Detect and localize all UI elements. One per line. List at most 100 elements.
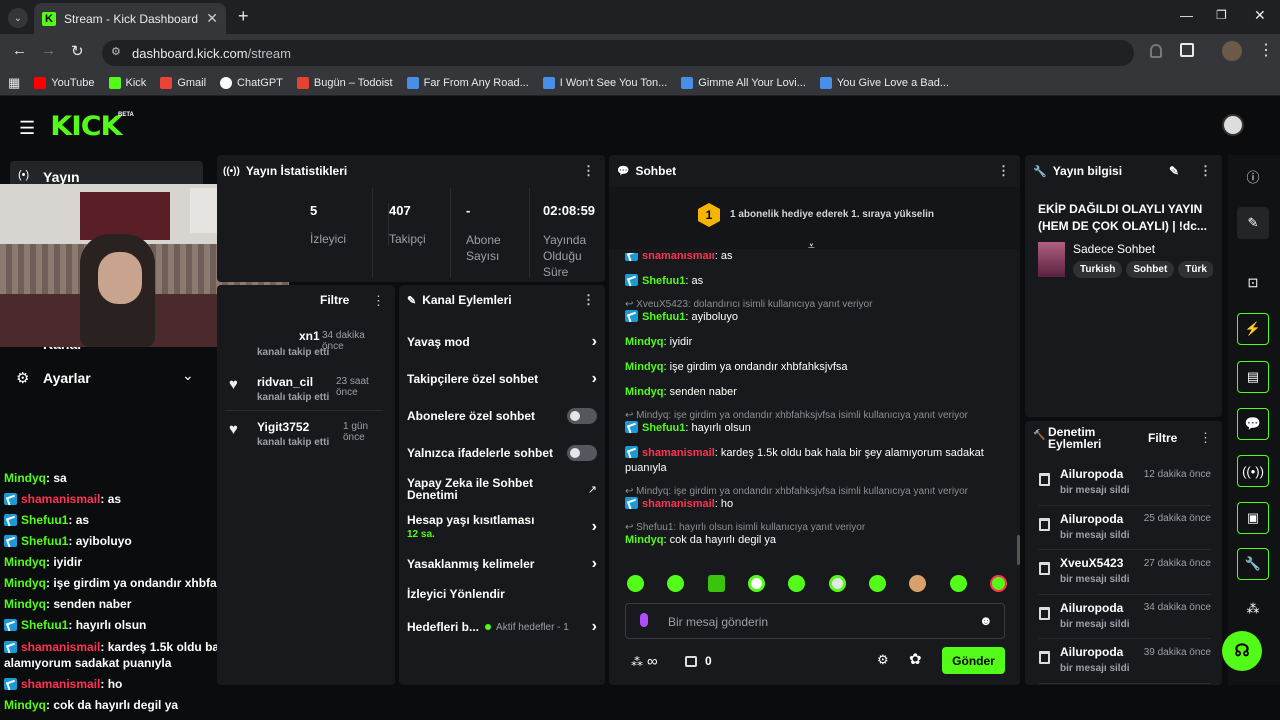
emote-icon[interactable] (667, 575, 685, 592)
bookmark-song-1[interactable]: Far From Any Road... (406, 77, 529, 89)
emoji-picker-icon[interactable]: ☻ (979, 613, 993, 628)
browser-tab[interactable]: K Stream - Kick Dashboard ✕ (34, 3, 226, 34)
address-input[interactable]: ⚙ dashboard.kick.com/stream (102, 40, 1134, 66)
layout-icon[interactable]: ▣ (1237, 502, 1269, 534)
chat-message[interactable]: shamanismail: as (625, 253, 1005, 264)
maximize-button[interactable]: ❐ (1216, 8, 1227, 22)
moderator-name[interactable]: XveuX5423 (1060, 556, 1123, 570)
site-info-icon[interactable]: ⚙ (111, 45, 121, 58)
slow-mode-row[interactable]: Yavaş mod › (407, 333, 597, 351)
chat-icon[interactable]: 💬 (1237, 408, 1269, 440)
chat-username[interactable]: Mindyq (625, 534, 664, 546)
moderator-name[interactable]: Ailuropoda (1060, 601, 1123, 615)
wrench-icon[interactable]: 🔧 (1237, 548, 1269, 580)
filter-button[interactable]: Filtre (1148, 431, 1177, 445)
moderator-name[interactable]: Ailuropoda (1060, 467, 1123, 481)
chat-message[interactable]: Mindyq: senden naber (625, 385, 1005, 400)
chat-message[interactable]: Shefuu1: hayırlı olsun (625, 421, 1005, 436)
bookmark-song-2[interactable]: I Won't See You Ton... (542, 77, 667, 89)
close-window-button[interactable]: ✕ (1254, 7, 1266, 24)
account-age-row[interactable]: Hesap yaşı kısıtlaması 12 sa. › (407, 513, 597, 540)
extensions-puzzle-icon[interactable] (1180, 43, 1194, 57)
chat-message[interactable]: Mindyq: işe girdim ya ondandır xhbfahksj… (625, 360, 1005, 375)
close-tab-icon[interactable]: ✕ (206, 10, 218, 27)
moderator-name[interactable]: Ailuropoda (1060, 512, 1123, 526)
chat-message[interactable]: shamanismail: kardeş 1.5k oldu bak hala … (625, 446, 1005, 476)
pin-collapse-icon[interactable]: ⩡ (808, 239, 815, 254)
more-icon[interactable]: ⋮ (997, 163, 1010, 179)
screenshot-icon[interactable]: ⊡ (1237, 267, 1269, 299)
chat-username[interactable]: shamanismail (642, 447, 715, 459)
new-tab-button[interactable]: + (238, 6, 249, 27)
chat-username[interactable]: Mindyq (625, 336, 664, 348)
lightning-icon[interactable]: ⚡ (1237, 313, 1269, 345)
edit-icon[interactable]: ✎ (1169, 164, 1179, 178)
more-icon[interactable]: ⋮ (582, 163, 595, 179)
ai-moderation-row[interactable]: Yapay Zeka ile Sohbet Denetimi ↗ (407, 477, 597, 501)
kick-logo[interactable]: KICK (50, 111, 122, 142)
more-icon[interactable]: ⋮ (1199, 163, 1212, 179)
emotes-only-toggle[interactable] (567, 445, 597, 461)
chat-message[interactable]: shamanismail: ho (625, 497, 1005, 512)
chat-username[interactable]: Mindyq (625, 361, 664, 373)
goals-row[interactable]: Hedefleri b... Aktif hedefler - 1 › (407, 618, 597, 636)
moderator-name[interactable]: Ailuropoda (1060, 645, 1123, 659)
emote-icon[interactable] (828, 575, 846, 592)
emote-icon[interactable] (989, 575, 1007, 592)
more-icon[interactable]: ⋮ (372, 293, 385, 309)
tab-list-button[interactable]: ⌄ (8, 8, 28, 28)
profile-avatar[interactable] (1222, 41, 1242, 61)
pencil-icon[interactable]: ✎ (1237, 207, 1269, 239)
emote-icon[interactable] (868, 575, 886, 592)
emote-icon[interactable] (707, 575, 725, 592)
chat-username[interactable]: Shefuu1 (642, 275, 685, 287)
back-icon[interactable]: ← (12, 42, 27, 59)
emote-icon[interactable] (949, 575, 967, 592)
chat-input[interactable]: Bir mesaj gönderin ☻ (625, 603, 1005, 639)
chat-username[interactable]: shamanismail (642, 253, 715, 262)
chat-username[interactable]: Mindyq (625, 386, 664, 398)
hamburger-menu-icon[interactable]: ☰ (19, 118, 35, 139)
followers-only-row[interactable]: Takipçilere özel sohbet › (407, 370, 597, 388)
kick-points-icon[interactable]: ✿ (909, 650, 922, 668)
chat-message[interactable]: Mindyq: cok da hayırlı degil ya (625, 533, 1005, 548)
emote-icon[interactable] (747, 575, 765, 592)
chat-message[interactable]: Shefuu1: as (625, 274, 1005, 289)
bookmark-song-4[interactable]: You Give Love a Bad... (819, 77, 949, 89)
tag[interactable]: Türk (1178, 261, 1213, 278)
bookmark-chatgpt[interactable]: ChatGPT (220, 77, 283, 89)
reload-icon[interactable]: ↻ (71, 42, 84, 60)
chat-message[interactable]: Mindyq: iyidir (625, 335, 1005, 350)
chat-scrollbar[interactable] (1017, 535, 1020, 565)
emote-icon[interactable] (627, 575, 644, 592)
chat-message[interactable]: Shefuu1: ayiboluyo (625, 310, 1005, 325)
banned-words-row[interactable]: Yasaklanmış kelimeler › (407, 555, 597, 573)
chat-settings-icon[interactable]: ⚙ (877, 652, 889, 668)
category-name[interactable]: Sadece Sohbet (1073, 242, 1155, 256)
chat-username[interactable]: Shefuu1 (642, 422, 685, 434)
bookmark-song-3[interactable]: Gimme All Your Lovi... (681, 77, 806, 89)
browser-menu-icon[interactable]: ⋮ (1258, 40, 1274, 60)
minimize-button[interactable]: — (1180, 8, 1193, 23)
chat-username[interactable]: Shefuu1 (642, 311, 685, 323)
nav-item-settings[interactable]: ⚙ Ayarlar ⌄ (10, 364, 203, 392)
more-icon[interactable]: ⋮ (1199, 430, 1212, 446)
more-icon[interactable]: ⋮ (582, 292, 595, 308)
apps-grid-icon[interactable]: ▦ (8, 75, 20, 91)
bookmark-kick[interactable]: Kick (108, 77, 146, 89)
send-button[interactable]: Gönder (942, 647, 1005, 674)
tag[interactable]: Turkish (1073, 261, 1123, 278)
chat-username[interactable]: shamanismail (642, 498, 715, 510)
bookmark-youtube[interactable]: YouTube (34, 77, 95, 89)
emote-icon[interactable] (788, 575, 806, 592)
extension-icon[interactable] (1150, 44, 1162, 58)
points-display[interactable]: ⁂ ∞ (631, 653, 658, 670)
support-headset-icon[interactable]: ☊ (1222, 631, 1262, 671)
microphone-icon[interactable] (640, 613, 648, 627)
info-icon[interactable]: ⓘ (1237, 160, 1269, 192)
emote-icon[interactable] (909, 575, 927, 592)
bookmark-todoist[interactable]: Bugün – Todoist (296, 77, 393, 89)
forward-icon[interactable]: → (41, 42, 56, 59)
broadcast-icon[interactable]: ((•)) (1237, 455, 1269, 487)
points-icon[interactable]: ⁂ (1237, 593, 1269, 625)
